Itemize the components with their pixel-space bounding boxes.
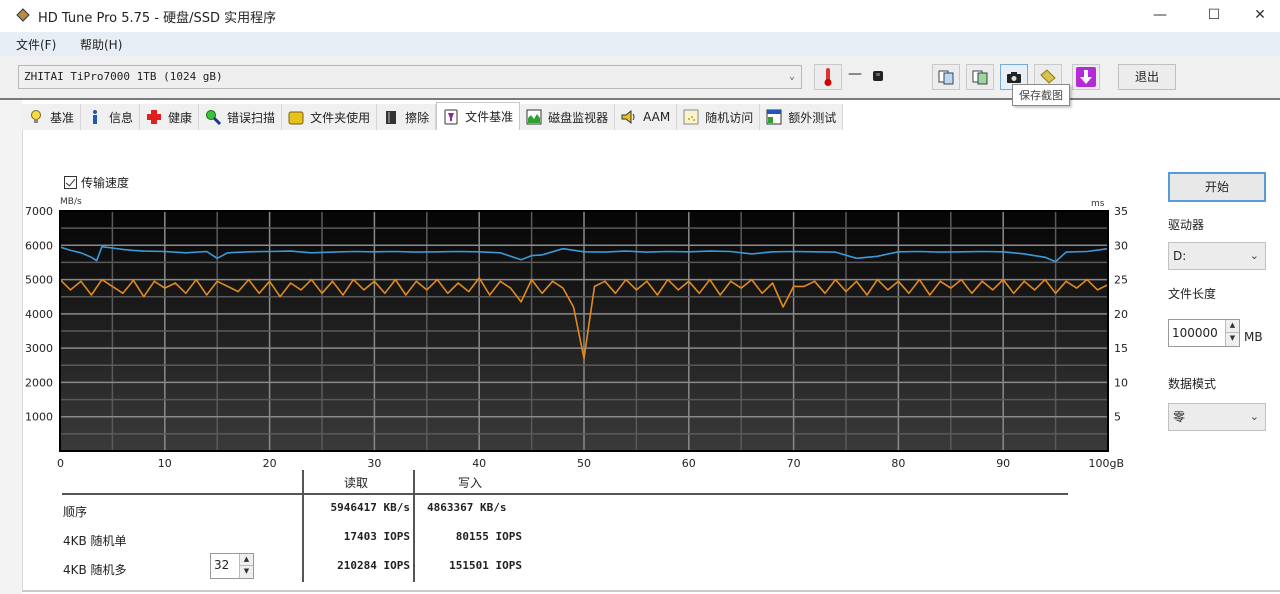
y2-tick-label: 30 <box>1114 239 1128 252</box>
spin-up-icon[interactable]: ▲ <box>1226 320 1239 333</box>
spin-up-icon[interactable]: ▲ <box>240 554 253 566</box>
y2-tick-label: 25 <box>1114 274 1128 287</box>
data-mode-value: 零 <box>1173 410 1186 424</box>
file-length-value: 100000 <box>1172 326 1218 340</box>
4kb-multi-read-value: 210284 IOPS <box>337 559 410 572</box>
y-tick-label: 2000 <box>25 376 53 389</box>
drive-letter-select[interactable]: D: ⌄ <box>1168 242 1266 270</box>
y-tick-label: 1000 <box>25 411 53 424</box>
results-table: 读取 写入 顺序 5946417 KB/s 4863367 KB/s 4KB 随… <box>58 470 1068 585</box>
y2-tick-label: 20 <box>1114 308 1128 321</box>
x-tick-label: 80 <box>891 457 905 470</box>
header-divider <box>62 493 1068 495</box>
y2-tick-label: 15 <box>1114 342 1128 355</box>
drive-label: 驱动器 <box>1168 218 1205 232</box>
sequential-read-value: 5946417 KB/s <box>330 501 410 514</box>
row-label-4kb-single: 4KB 随机单 <box>63 534 127 548</box>
4kb-single-write-value: 80155 IOPS <box>455 530 522 543</box>
x-tick-label: 50 <box>577 457 591 470</box>
data-mode-select[interactable]: 零 ⌄ <box>1168 403 1266 431</box>
x-tick-label: 0 <box>57 457 64 470</box>
x-tick-label: 60 <box>682 457 696 470</box>
queue-depth-stepper[interactable]: 32 ▲ ▼ <box>210 553 254 579</box>
sequential-write-value: 4863367 KB/s <box>427 501 507 514</box>
start-button[interactable]: 开始 <box>1168 172 1266 202</box>
4kb-multi-write-value: 151501 IOPS <box>449 559 522 572</box>
queue-depth-value: 32 <box>214 558 230 572</box>
chevron-down-icon: ⌄ <box>1249 410 1259 423</box>
x-tick-label: 30 <box>367 457 381 470</box>
read-header: 读取 <box>344 476 369 490</box>
file-length-label: 文件长度 <box>1168 287 1217 301</box>
row-label-4kb-multi: 4KB 随机多 <box>63 563 127 577</box>
x-tick-label: 70 <box>787 457 801 470</box>
bottom-border <box>22 590 1280 592</box>
data-mode-label: 数据模式 <box>1168 377 1217 391</box>
write-header: 写入 <box>458 476 483 490</box>
y2-tick-label: 10 <box>1114 376 1128 389</box>
drive-letter-value: D: <box>1173 249 1187 263</box>
maximize-button[interactable]: ☐ <box>1194 4 1234 26</box>
file-length-unit: MB <box>1244 330 1263 344</box>
x-tick-label: 10 <box>158 457 172 470</box>
y-tick-label: 5000 <box>25 274 53 287</box>
x-tick-label: 90 <box>996 457 1010 470</box>
spin-down-icon[interactable]: ▼ <box>240 566 253 578</box>
spin-down-icon[interactable]: ▼ <box>1226 333 1239 346</box>
y2-tick-label: 5 <box>1114 411 1121 424</box>
y2-tick-label: 35 <box>1114 205 1128 218</box>
y-tick-label: 6000 <box>25 239 53 252</box>
chevron-down-icon: ⌄ <box>1249 249 1259 262</box>
file-length-stepper[interactable]: 100000 ▲ ▼ <box>1168 319 1240 347</box>
4kb-single-read-value: 17403 IOPS <box>343 530 410 543</box>
x-tick-label: 20 <box>263 457 277 470</box>
column-divider <box>413 470 415 582</box>
y-tick-label: 3000 <box>25 342 53 355</box>
y-tick-label: 4000 <box>25 308 53 321</box>
tooltip: 保存截图 <box>1012 84 1070 106</box>
close-button[interactable]: ✕ <box>1240 4 1280 26</box>
y-tick-label: 7000 <box>25 205 53 218</box>
row-label-sequential: 顺序 <box>63 505 88 519</box>
x-tick-label: 100gB <box>1088 457 1124 470</box>
transfer-chart: 1000 2000 3000 4000 5000 6000 7000 5 10 15 20 25 30 3… <box>25 205 1128 470</box>
x-tick-label: 40 <box>472 457 486 470</box>
